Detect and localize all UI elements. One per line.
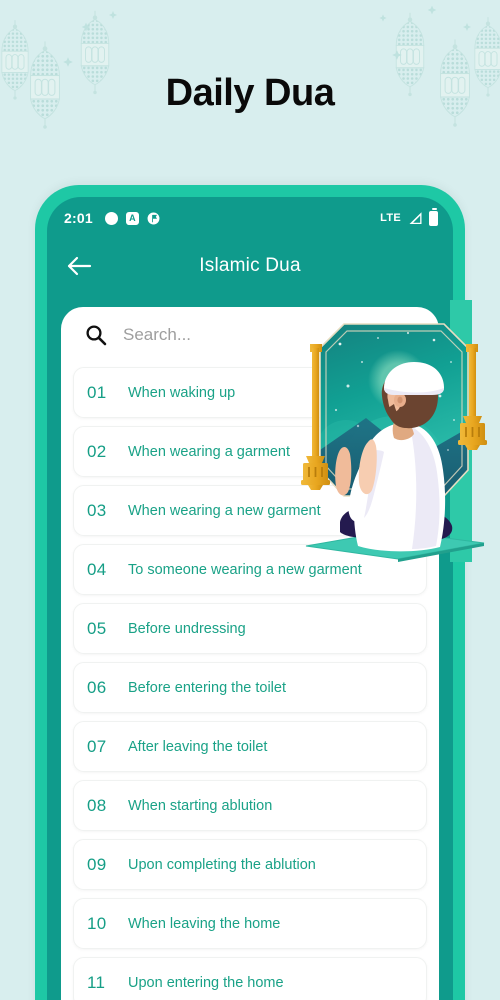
status-bar-notification-icons: A	[104, 211, 160, 225]
dua-list-item[interactable]: 02 When wearing a garment	[73, 426, 427, 477]
dua-list-item[interactable]: 01 When waking up	[73, 367, 427, 418]
dua-item-number: 06	[87, 677, 107, 697]
dua-item-number: 04	[87, 559, 107, 579]
dua-list-item[interactable]: 11 Upon entering the home	[73, 957, 427, 1000]
dua-item-label: When wearing a garment	[128, 443, 290, 460]
dua-item-label: When waking up	[128, 384, 236, 401]
a-square-icon: A	[125, 211, 139, 225]
search-input[interactable]	[123, 325, 415, 345]
search-icon	[86, 325, 107, 346]
dua-item-number: 05	[87, 618, 107, 638]
dua-item-number: 07	[87, 736, 107, 756]
signal-icon	[409, 211, 422, 224]
dua-list-item[interactable]: 05 Before undressing	[73, 603, 427, 654]
dua-item-label: Before undressing	[128, 620, 246, 637]
network-type-label: LTE	[380, 212, 401, 224]
dua-item-label: Upon completing the ablution	[128, 856, 316, 873]
app-bar: Islamic Dua	[48, 238, 452, 294]
dua-item-label: To someone wearing a new garment	[128, 561, 362, 578]
arrow-left-icon	[67, 256, 92, 276]
dua-item-number: 10	[87, 913, 107, 933]
dua-item-label: When starting ablution	[128, 797, 273, 814]
dua-item-number: 08	[87, 795, 107, 815]
dua-list-item[interactable]: 08 When starting ablution	[73, 780, 427, 831]
dua-item-label: Upon entering the home	[128, 974, 284, 991]
dua-item-label: Before entering the toilet	[128, 679, 286, 696]
content-card: 01 When waking up 02 When wearing a garment…	[61, 307, 439, 1000]
status-bar: 2:01 A LTE	[48, 198, 452, 238]
dua-list-item[interactable]: 07 After leaving the toilet	[73, 721, 427, 772]
status-bar-clock: 2:01	[64, 210, 93, 226]
dua-item-number: 01	[87, 382, 107, 402]
flag-circle-icon	[147, 212, 160, 224]
status-bar-system-icons: LTE	[380, 207, 438, 226]
dua-item-label: When leaving the home	[128, 915, 281, 932]
search-bar[interactable]	[61, 307, 439, 363]
dua-item-number: 02	[87, 441, 107, 461]
dua-item-label: When wearing a new garment	[128, 502, 321, 519]
dua-list-item[interactable]: 09 Upon completing the ablution	[73, 839, 427, 890]
dua-list-item[interactable]: 10 When leaving the home	[73, 898, 427, 949]
dua-item-number: 03	[87, 500, 107, 520]
page-title: Daily Dua	[165, 72, 335, 114]
dua-item-number: 09	[87, 854, 107, 874]
phone-screen: 2:01 A LTE Islamic Dua Search... 01 When…	[48, 198, 452, 1000]
dua-list-item[interactable]: 04 To someone wearing a new garment	[73, 544, 427, 595]
circle-icon	[104, 211, 118, 225]
phone-mockup-frame: 2:01 A LTE Islamic Dua Search... 01 When…	[35, 185, 465, 1000]
back-button[interactable]	[62, 249, 96, 283]
dua-list-item[interactable]: 06 Before entering the toilet	[73, 662, 427, 713]
battery-icon	[429, 207, 438, 226]
dua-list: 01 When waking up 02 When wearing a garment…	[61, 363, 439, 1000]
app-bar-title: Islamic Dua	[199, 255, 301, 276]
dua-list-item[interactable]: 03 When wearing a new garment	[73, 485, 427, 536]
dua-item-number: 11	[87, 972, 106, 992]
dua-item-label: After leaving the toilet	[128, 738, 268, 755]
